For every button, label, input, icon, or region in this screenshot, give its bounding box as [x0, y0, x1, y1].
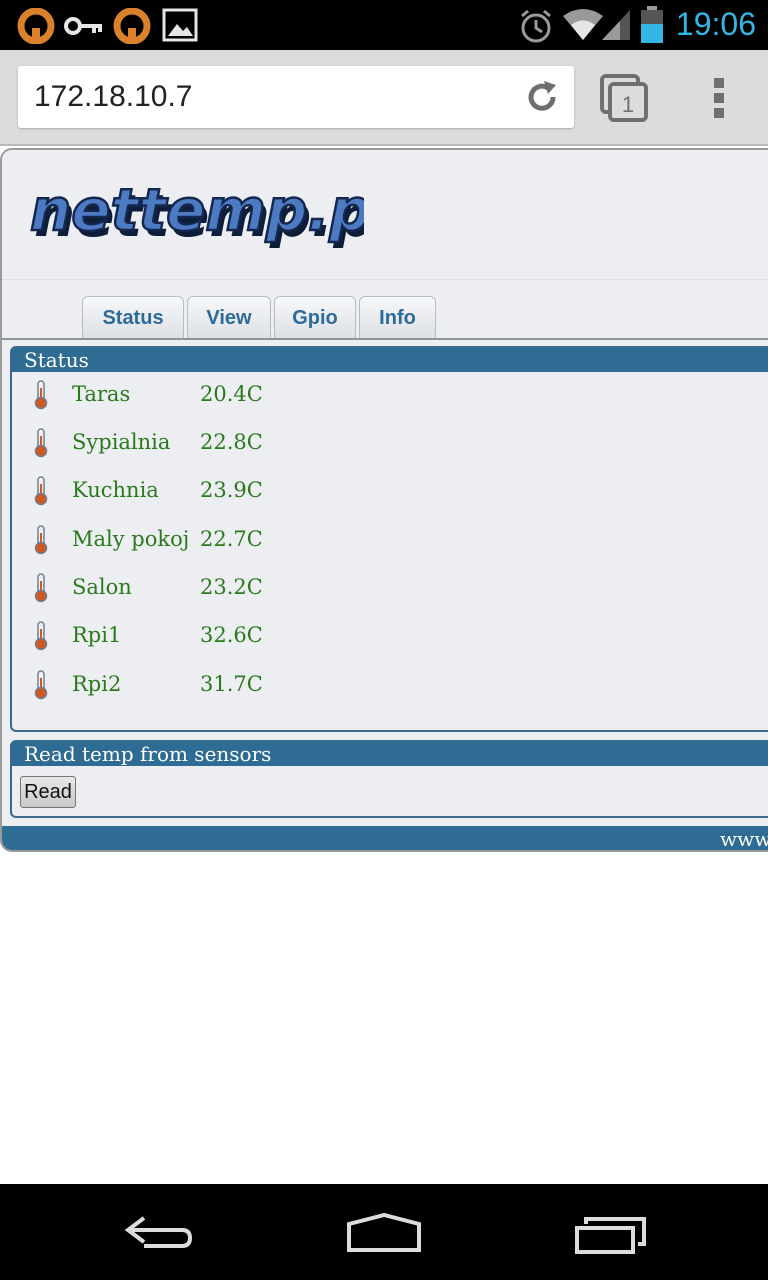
tab-gpio[interactable]: Gpio: [274, 296, 356, 338]
thermometer-icon: [34, 621, 48, 651]
wifi-icon: [563, 9, 603, 40]
overflow-menu-icon[interactable]: [712, 76, 728, 120]
openvpn-icon: [113, 8, 151, 44]
sensor-name: Rpi2: [72, 672, 122, 696]
sensor-value: 23.2C: [200, 575, 263, 599]
tabs-divider: [2, 338, 768, 340]
battery-icon: [641, 6, 663, 43]
tab-info[interactable]: Info: [359, 296, 436, 338]
image-icon: [162, 8, 198, 42]
read-temp-panel: Read temp from sensors Read: [10, 740, 768, 818]
home-icon[interactable]: [346, 1212, 422, 1256]
sensor-row: Rpi2 31.7C: [12, 664, 768, 704]
sensor-name: Rpi1: [72, 623, 122, 647]
url-bar[interactable]: 172.18.10.7: [18, 66, 574, 128]
clock-time: 19:06: [675, 6, 756, 42]
back-icon[interactable]: [124, 1212, 196, 1256]
browser-toolbar: 172.18.10.7 1: [0, 50, 768, 146]
thermometer-icon: [34, 525, 48, 555]
sensor-value: 32.6C: [200, 623, 263, 647]
sensor-row: Salon 23.2C: [12, 567, 768, 607]
thermometer-icon: [34, 476, 48, 506]
sensor-name: Salon: [72, 575, 132, 599]
thermometer-icon: [34, 670, 48, 700]
sensor-row: Rpi1 32.6C: [12, 615, 768, 655]
status-panel: Status Taras 20.4C Sypialnia 22.8C Kuchnia 23…: [10, 346, 768, 732]
sensor-name: Taras: [72, 382, 131, 406]
recent-apps-icon[interactable]: [574, 1216, 648, 1256]
tab-count: 1: [622, 92, 634, 117]
sensor-name: Sypialnia: [72, 430, 171, 454]
system-nav-bar: [0, 1184, 768, 1280]
read-panel-title: Read temp from sensors: [12, 742, 768, 766]
nettemp-logo[interactable]: nettemp.pl nettemp.pl: [24, 166, 364, 262]
logo-text: nettemp.pl: [30, 176, 364, 244]
reload-icon[interactable]: [524, 79, 560, 115]
url-text[interactable]: 172.18.10.7: [34, 80, 192, 114]
footer-link[interactable]: www: [720, 826, 768, 850]
read-button[interactable]: Read: [20, 776, 76, 808]
sensor-value: 22.7C: [200, 527, 263, 551]
status-panel-title: Status: [12, 348, 768, 372]
signal-icon: [602, 10, 630, 40]
sensor-row: Kuchnia 23.9C: [12, 470, 768, 510]
sensor-value: 22.8C: [200, 430, 263, 454]
sensor-row: Taras 20.4C: [12, 374, 768, 414]
web-page: nettemp.pl nettemp.pl Status View Gpio I…: [0, 148, 768, 852]
sensor-value: 23.9C: [200, 478, 263, 502]
tab-view[interactable]: View: [187, 296, 271, 338]
sensor-value: 31.7C: [200, 672, 263, 696]
thermometer-icon: [34, 380, 48, 410]
header: nettemp.pl nettemp.pl: [2, 150, 768, 280]
thermometer-icon: [34, 428, 48, 458]
alarm-icon: [521, 9, 551, 43]
openvpn-icon: [17, 8, 55, 44]
sensor-name: Maly pokoj: [72, 527, 190, 551]
sensor-value: 20.4C: [200, 382, 263, 406]
status-bar: 19:06: [0, 0, 768, 50]
tab-switcher-icon[interactable]: 1: [600, 74, 648, 122]
key-icon: [64, 17, 102, 35]
sensor-name: Kuchnia: [72, 478, 159, 502]
footer: www: [2, 826, 768, 850]
sensor-row: Sypialnia 22.8C: [12, 422, 768, 462]
thermometer-icon: [34, 573, 48, 603]
tab-status[interactable]: Status: [82, 296, 184, 338]
sensor-row: Maly pokoj 22.7C: [12, 519, 768, 559]
